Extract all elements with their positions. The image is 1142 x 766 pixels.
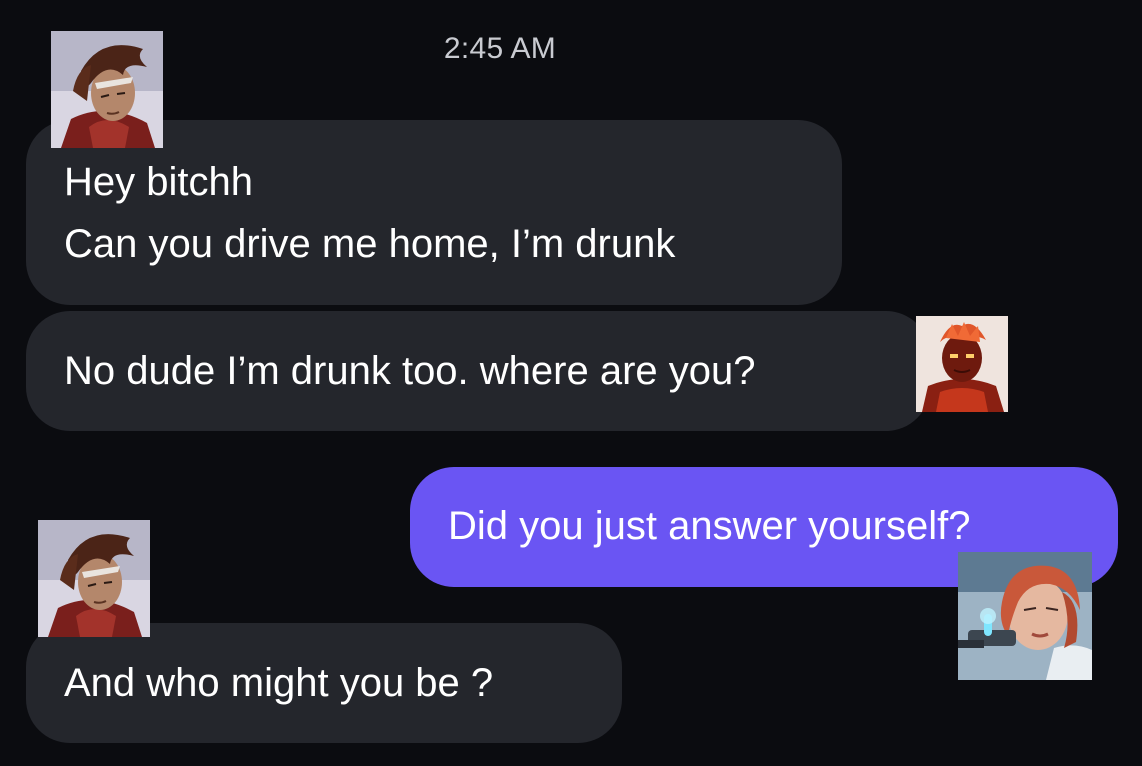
message-text: Hey bitchh [64, 160, 253, 204]
message-bubble-incoming[interactable]: And who might you be ? [26, 623, 622, 743]
red-haired-character-avatar[interactable] [958, 552, 1092, 680]
message-text: Can you drive me home, I’m drunk [64, 222, 676, 266]
fiery-character-avatar[interactable] [916, 316, 1008, 412]
dark-haired-character-avatar[interactable] [38, 520, 150, 637]
message-bubble-incoming[interactable]: No dude I’m drunk too. where are you? [26, 311, 930, 431]
dark-haired-character-avatar[interactable] [51, 31, 163, 148]
message-text: And who might you be ? [64, 661, 494, 705]
message-text: Did you just answer yourself? [448, 504, 971, 548]
message-text: No dude I’m drunk too. where are you? [64, 349, 756, 393]
